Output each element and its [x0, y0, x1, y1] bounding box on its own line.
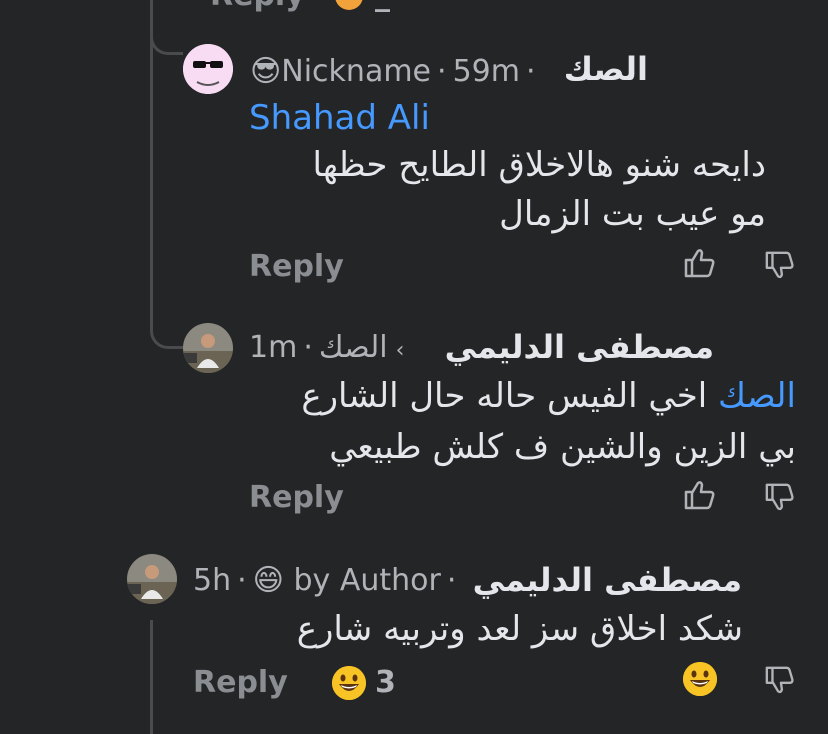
comment-text-line1: شكد اخلاق سز لعد وتربيه شارع — [296, 609, 743, 649]
replying-to[interactable]: الصك — [319, 330, 388, 365]
partial-count: _ — [375, 0, 390, 13]
thread-line-outer — [150, 0, 153, 325]
thread-line-bottom — [150, 620, 153, 734]
like-icon[interactable] — [683, 479, 717, 515]
comment-text-line2: بي الزين والشين ف كلش طبيعي — [329, 427, 796, 467]
reaction-count[interactable]: 3 — [375, 665, 396, 700]
grinning-emoji-icon[interactable] — [332, 666, 366, 700]
reply-button[interactable]: Reply — [193, 665, 288, 700]
timestamp: 5h — [193, 563, 232, 598]
grinning-emoji-icon: 😄 — [252, 563, 284, 598]
like-icon[interactable] — [683, 247, 717, 283]
nickname-badge: Nickname — [281, 54, 432, 89]
comment-meta: 😎Nickname · 59m · — [250, 54, 536, 89]
comment-author[interactable]: مصطفى الدليمي — [445, 328, 714, 366]
author-badge: by Author — [293, 563, 441, 598]
comment-meta: 5h · 😄 by Author · — [193, 563, 457, 598]
avatar[interactable] — [183, 44, 233, 94]
comment-author[interactable]: الصك — [564, 50, 648, 88]
comment-meta: 1m · الصك ‹ — [249, 330, 405, 365]
dislike-icon[interactable] — [764, 481, 796, 517]
mention-link[interactable]: الصك — [718, 376, 796, 416]
comment-text-line1: الصك اخي الفيس حاله حال الشارع — [301, 376, 796, 416]
grinning-emoji-icon[interactable] — [683, 662, 717, 696]
comment-text-line2: مو عيب بت الزمال — [499, 194, 766, 234]
reply-button-partial[interactable]: Reply — [210, 0, 305, 13]
reply-button[interactable]: Reply — [249, 249, 344, 284]
timestamp: 59m — [452, 54, 520, 89]
dislike-icon[interactable] — [764, 664, 796, 700]
reply-button[interactable]: Reply — [249, 480, 344, 515]
comment-author[interactable]: مصطفى الدليمي — [473, 561, 742, 599]
mention-link[interactable]: Shahad Ali — [249, 98, 430, 138]
thread-connector-1 — [150, 0, 183, 55]
thread-connector-2 — [150, 300, 183, 349]
timestamp: 1m — [249, 330, 298, 365]
chevron-icon: ‹ — [395, 338, 405, 363]
grinning-emoji-icon — [335, 0, 363, 10]
avatar[interactable] — [127, 554, 177, 604]
avatar[interactable] — [183, 323, 233, 373]
sunglasses-emoji-icon: 😎 — [250, 54, 282, 89]
comment-text-line1: دايحه شنو هالاخلاق الطايح حظها — [312, 145, 766, 185]
dislike-icon[interactable] — [764, 249, 796, 285]
